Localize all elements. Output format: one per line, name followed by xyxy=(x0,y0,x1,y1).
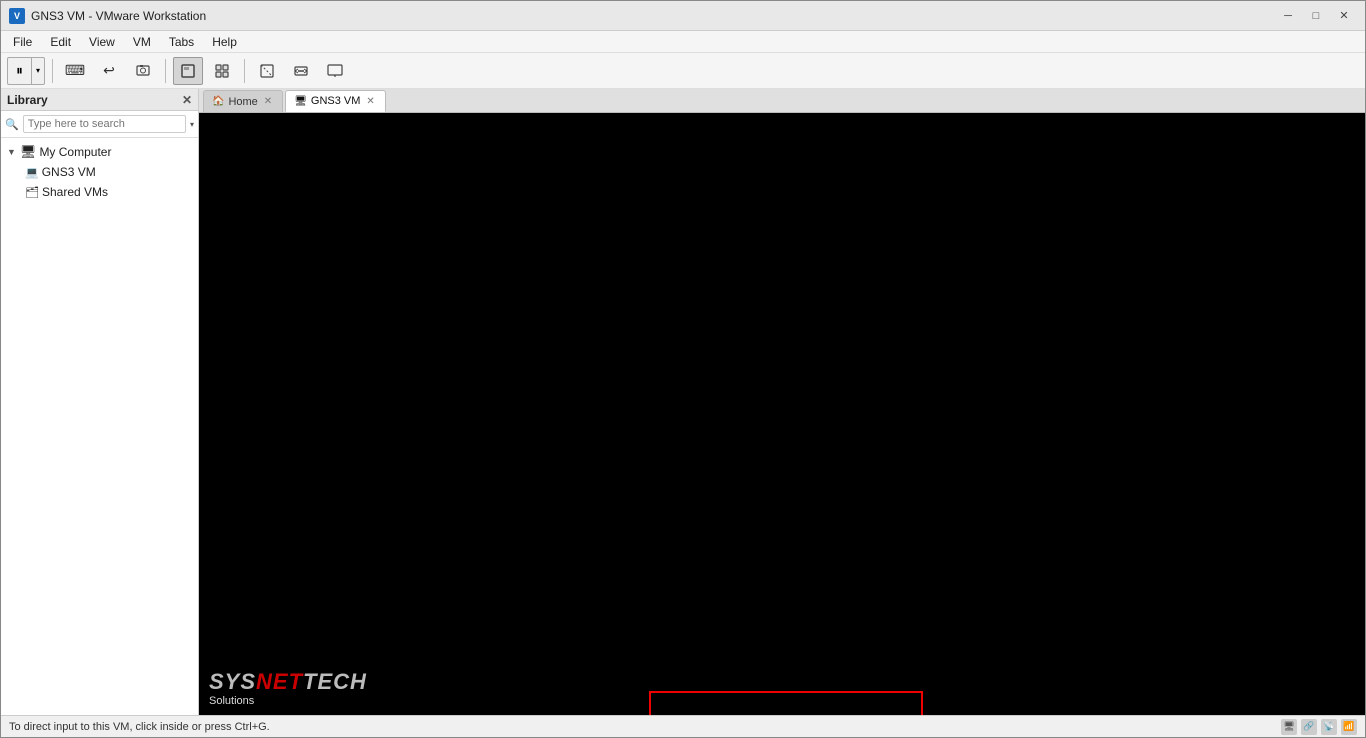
status-icon-4: 📶 xyxy=(1341,719,1357,735)
status-text: To direct input to this VM, click inside… xyxy=(9,721,270,733)
toolbar-separator-2 xyxy=(165,59,166,83)
menu-vm[interactable]: VM xyxy=(125,33,159,51)
status-icon-3: 📡 xyxy=(1321,719,1337,735)
right-panel: 🏠 Home ✕ 🖥 GNS3 VM ✕ gns3@gns3vm:~$ sudo… xyxy=(199,89,1365,715)
home-tab-close[interactable]: ✕ xyxy=(262,95,274,108)
search-dropdown-icon[interactable]: ▾ xyxy=(190,120,194,129)
library-header: Library ✕ xyxy=(1,89,198,111)
library-panel: Library ✕ 🔍 ▾ ▼ 🖥 My Computer 💻 GNS3 VM xyxy=(1,89,199,715)
shared-icon: 🗂 xyxy=(25,186,39,199)
app-window: V GNS3 VM - VMware Workstation ─ □ ✕ Fil… xyxy=(0,0,1366,738)
status-icon-1: 🖥 xyxy=(1281,719,1297,735)
tab-bar: 🏠 Home ✕ 🖥 GNS3 VM ✕ xyxy=(199,89,1365,113)
stretch-icon xyxy=(293,63,309,79)
menu-view[interactable]: View xyxy=(81,33,123,51)
app-icon: V xyxy=(9,8,25,24)
window-controls: ─ □ ✕ xyxy=(1275,5,1357,27)
content-wrapper: Library ✕ 🔍 ▾ ▼ 🖥 My Computer 💻 GNS3 VM xyxy=(1,89,1365,715)
search-input[interactable] xyxy=(23,115,186,133)
library-title: Library xyxy=(7,93,48,107)
send-ctrl-alt-del-button[interactable]: ⌨ xyxy=(60,57,90,85)
status-icon-2: 🔗 xyxy=(1301,719,1317,735)
expand-icon-my-computer: ▼ xyxy=(7,147,16,157)
gns3vm-label: GNS3 VM xyxy=(42,165,96,179)
unity-button[interactable] xyxy=(207,57,237,85)
close-button[interactable]: ✕ xyxy=(1331,5,1357,27)
menu-edit[interactable]: Edit xyxy=(42,33,79,51)
library-close-button[interactable]: ✕ xyxy=(182,94,192,106)
minimize-button[interactable]: ─ xyxy=(1275,5,1301,27)
fullscreen-icon xyxy=(180,63,196,79)
toolbar-separator-1 xyxy=(52,59,53,83)
menu-help[interactable]: Help xyxy=(204,33,245,51)
status-bar-right: 🖥 🔗 📡 📶 xyxy=(1281,719,1357,735)
computer-icon: 🖥 xyxy=(20,144,37,160)
menu-tabs[interactable]: Tabs xyxy=(161,33,202,51)
snapshot-icon xyxy=(135,63,151,79)
menu-bar: File Edit View VM Tabs Help xyxy=(1,31,1365,53)
display-icon xyxy=(327,63,343,79)
tree-item-shared-vms[interactable]: 🗂 Shared VMs xyxy=(1,182,198,202)
search-icon: 🔍 xyxy=(5,118,19,131)
vm-content-area[interactable]: gns3@gns3vm:~$ sudo su root@gns3vm:/home… xyxy=(199,113,1365,715)
menu-file[interactable]: File xyxy=(5,33,40,51)
tab-home[interactable]: 🏠 Home ✕ xyxy=(203,90,283,112)
gns3vm-tab-label: GNS3 VM xyxy=(311,95,361,107)
pause-dropdown-button[interactable]: ▾ xyxy=(31,57,45,85)
home-tab-icon: 🏠 xyxy=(212,96,224,107)
terminal-output: gns3@gns3vm:~$ sudo su root@gns3vm:/home… xyxy=(649,691,923,715)
tab-gns3vm[interactable]: 🖥 GNS3 VM ✕ xyxy=(285,90,386,112)
vm-icon: 💻 xyxy=(25,166,39,179)
title-bar-left: V GNS3 VM - VMware Workstation xyxy=(9,8,206,24)
toolbar-separator-3 xyxy=(244,59,245,83)
snapshot-button[interactable] xyxy=(128,57,158,85)
tree-item-my-computer[interactable]: ▼ 🖥 My Computer xyxy=(1,142,198,162)
tree-area: ▼ 🖥 My Computer 💻 GNS3 VM 🗂 Shared VMs xyxy=(1,138,198,715)
pause-button-group: ⏸ ▾ xyxy=(7,57,45,85)
home-tab-label: Home xyxy=(228,96,257,108)
watermark: SYSNETTECH Solutions xyxy=(209,671,367,707)
fullscreen-button[interactable] xyxy=(173,57,203,85)
watermark-logo: SYSNETTECH xyxy=(209,671,367,693)
search-bar: 🔍 ▾ xyxy=(1,111,198,138)
revert-button[interactable]: ↩ xyxy=(94,57,124,85)
display-button[interactable] xyxy=(320,57,350,85)
gns3vm-tab-icon: 🖥 xyxy=(294,96,307,107)
stretch-button[interactable] xyxy=(286,57,316,85)
toolbar: ⏸ ▾ ⌨ ↩ xyxy=(1,53,1365,89)
scale-button[interactable] xyxy=(252,57,282,85)
my-computer-label: My Computer xyxy=(39,145,111,159)
tree-item-gns3vm[interactable]: 💻 GNS3 VM xyxy=(1,162,198,182)
status-bar: To direct input to this VM, click inside… xyxy=(1,715,1365,737)
gns3vm-tab-close[interactable]: ✕ xyxy=(364,95,376,108)
pause-button[interactable]: ⏸ xyxy=(7,57,31,85)
shared-vms-label: Shared VMs xyxy=(42,185,108,199)
scale-icon xyxy=(259,63,275,79)
title-bar: V GNS3 VM - VMware Workstation ─ □ ✕ xyxy=(1,1,1365,31)
maximize-button[interactable]: □ xyxy=(1303,5,1329,27)
watermark-sub: Solutions xyxy=(209,695,367,707)
unity-icon xyxy=(214,63,230,79)
window-title: GNS3 VM - VMware Workstation xyxy=(31,9,206,23)
